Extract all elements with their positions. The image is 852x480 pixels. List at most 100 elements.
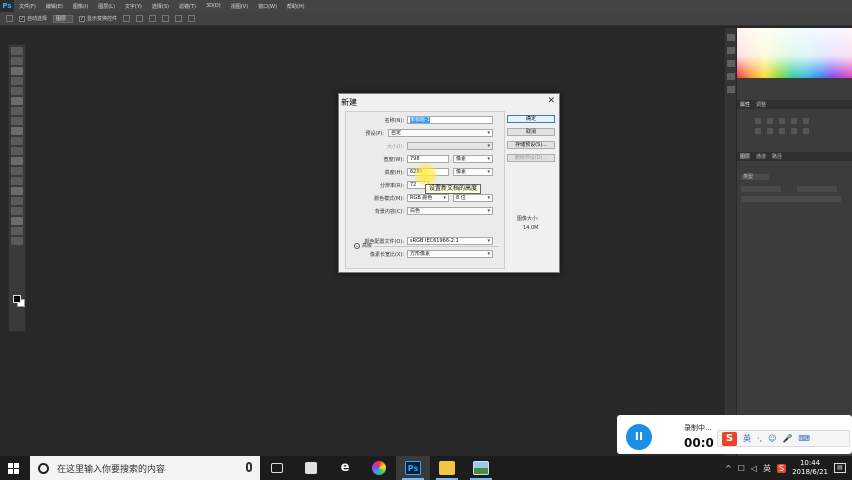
adjust-mixer-icon[interactable] <box>803 128 809 134</box>
path-select-tool-icon[interactable] <box>11 207 23 215</box>
pen-tool-icon[interactable] <box>11 187 23 195</box>
clone-stamp-tool-icon[interactable] <box>11 127 23 135</box>
show-hidden-icons[interactable]: ^ <box>725 464 732 473</box>
align-left-icon[interactable] <box>162 15 170 22</box>
eraser-tool-icon[interactable] <box>11 147 23 155</box>
notifications-icon[interactable]: ▤ <box>834 463 846 473</box>
profile-dropdown[interactable]: sRGB IEC61966-2.1 <box>407 237 493 245</box>
move-tool-icon[interactable] <box>6 15 13 22</box>
healing-brush-tool-icon[interactable] <box>11 107 23 115</box>
sogou-logo-icon[interactable]: S <box>722 431 737 446</box>
ime-lang-indicator[interactable]: 英 <box>763 463 771 474</box>
adjust-curves-icon[interactable] <box>779 118 785 124</box>
cancel-button[interactable]: 取消 <box>507 128 555 136</box>
preset-dropdown[interactable]: 自定 <box>388 129 493 137</box>
menu-layer[interactable]: 图层(L) <box>93 3 120 10</box>
ok-button[interactable]: 确定 <box>507 115 555 123</box>
close-icon[interactable]: ✕ <box>547 96 555 106</box>
width-unit-dropdown[interactable]: 像素 <box>453 155 493 163</box>
sogou-tray-icon[interactable]: S <box>777 463 787 473</box>
task-view-button[interactable] <box>260 456 294 480</box>
pause-button[interactable]: II <box>626 424 652 450</box>
adjust-levels-icon[interactable] <box>767 118 773 124</box>
menu-type[interactable]: 文字(Y) <box>120 3 147 10</box>
height-unit-dropdown[interactable]: 像素 <box>453 168 493 176</box>
taskbar-color-app[interactable] <box>362 456 396 480</box>
menu-file[interactable]: 文件(F) <box>14 3 41 10</box>
taskbar-store[interactable] <box>294 456 328 480</box>
taskbar-photoshop[interactable]: Ps <box>396 456 430 480</box>
microphone-icon[interactable] <box>246 462 252 472</box>
aspect-dropdown[interactable]: 方形像素 <box>407 250 493 258</box>
microphone-icon[interactable]: 🎤 <box>782 434 792 443</box>
zoom-tool-icon[interactable] <box>11 237 23 245</box>
adjust-exposure-icon[interactable] <box>791 118 797 124</box>
hand-tool-icon[interactable] <box>11 227 23 235</box>
tab-paths[interactable]: 路径 <box>772 153 782 160</box>
dodge-tool-icon[interactable] <box>11 177 23 185</box>
opacity-field[interactable] <box>797 186 837 192</box>
tab-properties[interactable]: 属性 <box>740 101 750 108</box>
color-mode-dropdown[interactable]: RGB 颜色 <box>407 194 449 202</box>
adjust-brightness-icon[interactable] <box>755 118 761 124</box>
save-preset-button[interactable]: 存储预设(S)... <box>507 141 555 149</box>
menu-edit[interactable]: 编辑(E) <box>41 3 68 10</box>
menu-view[interactable]: 视图(V) <box>226 3 253 10</box>
lasso-tool-icon[interactable] <box>11 67 23 75</box>
taskbar-clock[interactable]: 10:44 2018/6/21 <box>792 459 828 477</box>
brush-panel-icon[interactable] <box>726 60 735 67</box>
taskbar-search-box[interactable]: 在这里输入你要搜索的内容 <box>30 456 260 480</box>
network-icon[interactable]: ☐ <box>738 464 745 473</box>
auto-select-target-dropdown[interactable]: 图层 <box>53 14 74 23</box>
align-top-icon[interactable] <box>123 15 131 22</box>
history-panel-icon[interactable] <box>726 34 735 41</box>
gradient-tool-icon[interactable] <box>11 157 23 165</box>
align-bottom-icon[interactable] <box>149 15 157 22</box>
blur-tool-icon[interactable] <box>11 167 23 175</box>
character-panel-icon[interactable] <box>726 73 735 80</box>
history-brush-tool-icon[interactable] <box>11 137 23 145</box>
start-button[interactable] <box>0 456 26 480</box>
foreground-color-swatch[interactable] <box>13 295 21 303</box>
menu-select[interactable]: 选择(S) <box>147 3 174 10</box>
volume-icon[interactable]: ◁ <box>751 464 757 473</box>
type-tool-icon[interactable] <box>11 197 23 205</box>
menu-image[interactable]: 图像(I) <box>68 3 93 10</box>
adjust-balance-icon[interactable] <box>767 128 773 134</box>
marquee-tool-icon[interactable] <box>11 57 23 65</box>
eyedropper-tool-icon[interactable] <box>11 97 23 105</box>
width-field[interactable]: 798 <box>407 155 449 163</box>
align-middle-icon[interactable] <box>136 15 144 22</box>
menu-filter[interactable]: 滤镜(T) <box>174 3 201 10</box>
taskbar-explorer[interactable] <box>430 456 464 480</box>
bit-depth-dropdown[interactable]: 8 位 <box>453 194 493 202</box>
emoji-icon[interactable]: ☺ <box>768 434 776 443</box>
brush-tool-icon[interactable] <box>11 117 23 125</box>
auto-select-checkbox[interactable]: ✓ 自动选择 <box>19 15 47 22</box>
taskbar-photos[interactable] <box>464 456 498 480</box>
background-dropdown[interactable]: 白色 <box>407 207 493 215</box>
adjust-photo-filter-icon[interactable] <box>791 128 797 134</box>
name-field[interactable]: 未标题-1 <box>407 116 493 124</box>
actions-panel-icon[interactable] <box>726 47 735 54</box>
ime-language-toggle[interactable]: 英 <box>743 433 751 444</box>
keyboard-icon[interactable]: ⌨ <box>798 434 810 443</box>
tab-channels[interactable]: 通道 <box>756 153 766 160</box>
menu-window[interactable]: 窗口(W) <box>253 3 282 10</box>
move-tool-icon[interactable] <box>11 47 23 55</box>
blend-mode-dropdown[interactable] <box>741 186 781 192</box>
menu-3d[interactable]: 3D(D) <box>201 3 226 9</box>
rectangle-tool-icon[interactable] <box>11 217 23 225</box>
taskbar-edge[interactable]: e <box>328 456 362 480</box>
align-center-icon[interactable] <box>175 15 183 22</box>
adjust-hue-icon[interactable] <box>755 128 761 134</box>
tab-layers[interactable]: 图层 <box>740 153 750 160</box>
adjust-vibrance-icon[interactable] <box>803 118 809 124</box>
tab-adjustments[interactable]: 调整 <box>756 101 766 108</box>
punctuation-icon[interactable]: ·, <box>757 434 762 443</box>
quick-select-tool-icon[interactable] <box>11 77 23 85</box>
paragraph-panel-icon[interactable] <box>726 86 735 93</box>
layer-kind-filter[interactable]: 类型 <box>741 174 769 180</box>
align-right-icon[interactable] <box>188 15 196 22</box>
adjust-bw-icon[interactable] <box>779 128 785 134</box>
